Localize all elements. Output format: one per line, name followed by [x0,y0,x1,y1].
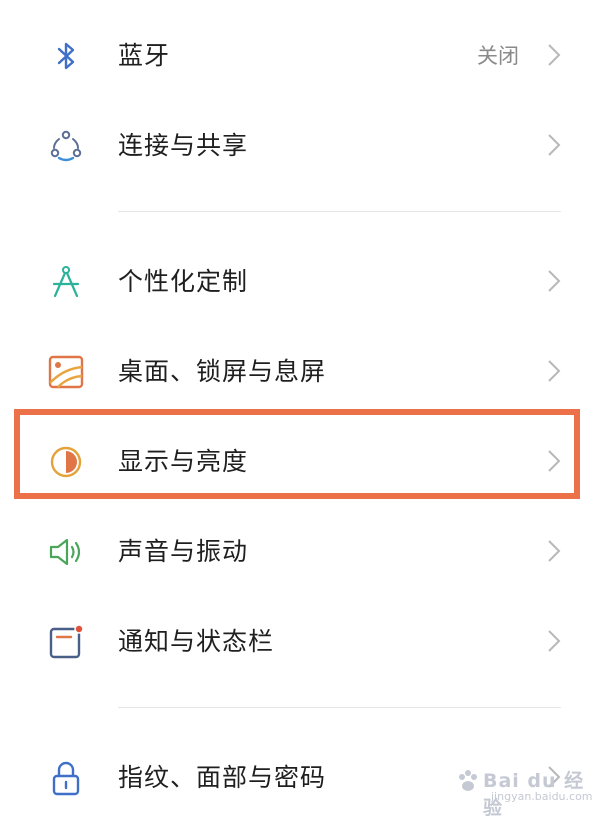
speaker-icon [46,532,86,572]
watermark-site: jingyan.baidu.com [491,790,593,803]
settings-item-personalization[interactable]: 个性化定制 [0,236,595,324]
section-divider [118,707,561,708]
section-divider [118,211,561,212]
wallpaper-icon [46,352,86,392]
highlight-box [14,409,580,499]
chevron-right-icon [546,132,562,158]
bluetooth-icon [46,36,86,76]
settings-item-sound-vibration[interactable]: 声音与振动 [0,506,595,594]
lock-icon [46,758,86,798]
settings-item-connection-sharing[interactable]: 连接与共享 [0,100,595,188]
compass-icon [46,262,86,302]
share-connect-icon [46,126,86,166]
chevron-right-icon [546,628,562,654]
settings-item-bluetooth[interactable]: 蓝牙 关闭 [0,10,595,98]
chevron-right-icon [546,268,562,294]
settings-item-label: 声音与振动 [118,537,249,566]
settings-item-label: 通知与状态栏 [118,627,275,656]
chevron-right-icon [546,42,562,68]
settings-item-label: 指纹、面部与密码 [118,763,327,792]
watermark: Bai du 经验 jingyan.baidu.com [455,766,593,819]
settings-item-notifications-statusbar[interactable]: 通知与状态栏 [0,596,595,684]
settings-item-label: 个性化定制 [118,267,249,296]
chevron-right-icon [546,358,562,384]
settings-item-label: 蓝牙 [118,41,171,70]
settings-item-label: 连接与共享 [118,131,249,160]
notification-icon [46,622,86,662]
chevron-right-icon [546,538,562,564]
settings-item-label: 桌面、锁屏与息屏 [118,357,327,386]
paw-icon [455,768,481,794]
bluetooth-status: 关闭 [477,44,519,68]
settings-item-desktop-lockscreen[interactable]: 桌面、锁屏与息屏 [0,326,595,414]
